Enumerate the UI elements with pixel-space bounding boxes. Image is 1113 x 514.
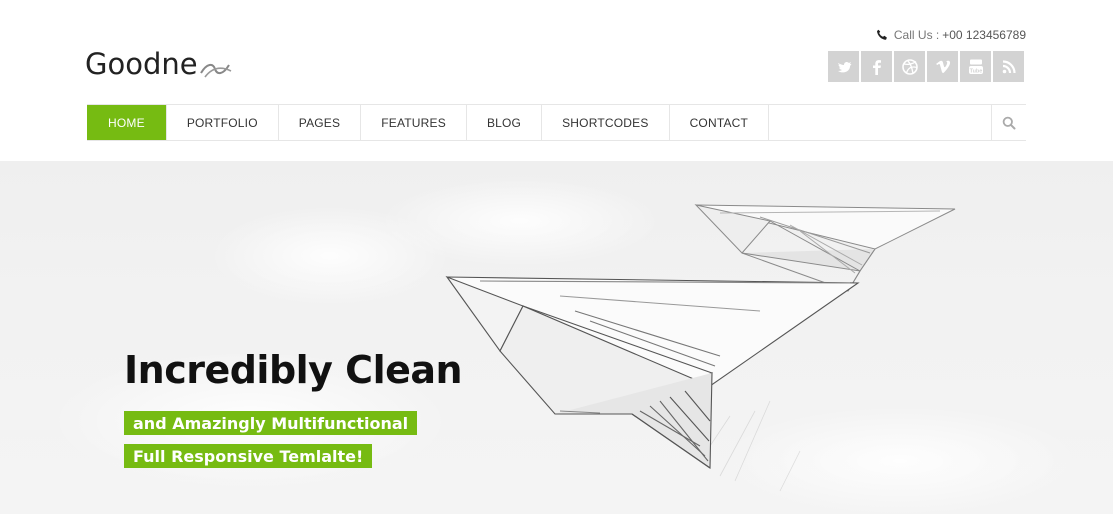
search-button[interactable] [991, 105, 1026, 140]
dribbble-button[interactable] [894, 51, 925, 82]
vimeo-icon [935, 60, 950, 73]
search-icon [1002, 116, 1016, 129]
nav-item-home[interactable]: HOME [87, 105, 167, 140]
hero-tagline-2: Full Responsive Temlalte! [124, 444, 373, 468]
back-paper-plane [694, 204, 956, 292]
youtube-button[interactable]: Tube [960, 51, 991, 82]
dribbble-icon [901, 58, 918, 75]
call-label: Call Us : [893, 28, 940, 42]
hero-banner: Incredibly Clean and Amazingly Multifunc… [0, 161, 1113, 514]
nav-item-contact[interactable]: CONTACT [670, 105, 770, 140]
social-links: Tube [828, 51, 1024, 82]
facebook-icon [872, 59, 881, 75]
nav-item-blog[interactable]: BLOG [467, 105, 543, 140]
twitter-button[interactable] [828, 51, 859, 82]
nav-item-portfolio[interactable]: PORTFOLIO [167, 105, 279, 140]
site-logo[interactable]: Goodne [85, 47, 233, 81]
vimeo-button[interactable] [927, 51, 958, 82]
nav-item-features[interactable]: FEATURES [361, 105, 467, 140]
facebook-button[interactable] [861, 51, 892, 82]
youtube-icon: Tube [968, 59, 983, 74]
rss-icon [1002, 59, 1016, 73]
twitter-icon [837, 61, 851, 72]
svg-text:Tube: Tube [969, 68, 982, 74]
site-header: Goodne Call Us : +00 123456789 Tube HOME… [0, 0, 1113, 161]
logo-script-x-icon [199, 63, 231, 78]
rss-button[interactable] [993, 51, 1024, 82]
logo-text: Goodne [85, 47, 198, 81]
hero-tagline-1: and Amazingly Multifunctional [124, 411, 418, 435]
call-number[interactable]: +00 123456789 [942, 28, 1026, 42]
nav-item-shortcodes[interactable]: SHORTCODES [542, 105, 670, 140]
phone-icon [876, 29, 887, 40]
main-nav: HOME PORTFOLIO PAGES FEATURES BLOG SHORT… [87, 104, 1026, 141]
call-us: Call Us : +00 123456789 [876, 28, 1026, 42]
nav-item-pages[interactable]: PAGES [279, 105, 362, 140]
hero-title: Incredibly Clean [124, 348, 463, 392]
